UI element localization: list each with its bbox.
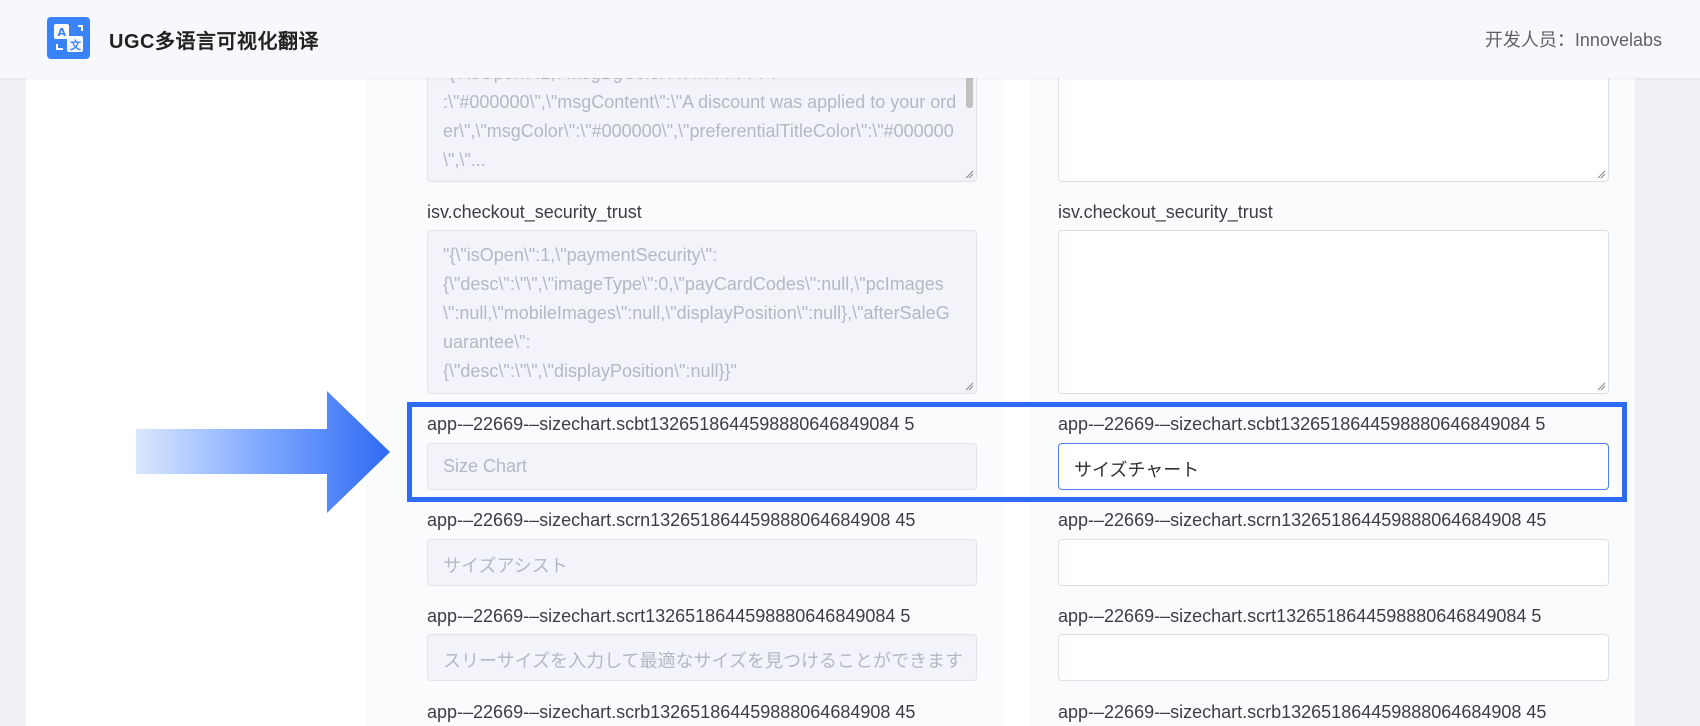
source-textarea-top-text: "{\"isOpen\":1,\"msgBgColor\":\"#FFFFFF\… — [443, 73, 957, 170]
svg-text:文: 文 — [70, 38, 82, 52]
resize-handle-icon[interactable] — [1596, 381, 1606, 391]
target-field-label: app-–22669-–sizechart.scrt13265186445988… — [1058, 606, 1542, 626]
source-textarea-top[interactable]: "{\"isOpen\":1,\"msgBgColor\":\"#FFFFFF\… — [427, 72, 977, 182]
app-title: UGC多语言可视化翻译 — [109, 31, 319, 53]
developer-credit: 开发人员：Innovelabs — [1484, 30, 1662, 50]
source-sizechart-scrn-input[interactable]: サイズアシスト — [427, 539, 977, 586]
source-sizechart-scrt-value: スリーサイズを入力して最適なサイズを見つけることができます — [443, 651, 964, 671]
target-sizechart-scrn-input[interactable] — [1058, 539, 1609, 586]
highlight-box — [407, 402, 1627, 502]
target-field-label: app-–22669-–sizechart.scrb13265186445988… — [1058, 702, 1547, 722]
source-security-trust-text: "{\"isOpen\":1,\"paymentSecurity\": {\"d… — [443, 245, 950, 381]
target-sizechart-scrt-input[interactable] — [1058, 634, 1609, 681]
target-field-label: app-–22669-–sizechart.scrn13265186445988… — [1058, 510, 1547, 530]
source-sizechart-scrn-value: サイズアシスト — [443, 556, 568, 576]
source-field-label: isv.checkout_security_trust — [427, 202, 642, 222]
source-security-trust-textarea[interactable]: "{\"isOpen\":1,\"paymentSecurity\": {\"d… — [427, 230, 977, 394]
source-field-label: app-–22669-–sizechart.scrn13265186445988… — [427, 510, 916, 530]
source-field-label: app-–22669-–sizechart.scrb13265186445988… — [427, 702, 916, 722]
translate-icon: A 文 — [47, 17, 90, 59]
resize-handle-icon[interactable] — [1596, 169, 1606, 179]
source-field-label: app-–22669-–sizechart.scrt13265186445988… — [427, 606, 911, 626]
source-sizechart-scrt-input[interactable]: スリーサイズを入力して最適なサイズを見つけることができます — [427, 634, 977, 681]
resize-handle-icon[interactable] — [964, 169, 974, 179]
pointer-arrow-icon — [136, 391, 390, 513]
target-security-trust-textarea[interactable] — [1058, 230, 1609, 394]
target-textarea-top[interactable] — [1058, 72, 1609, 182]
svg-text:A: A — [58, 26, 67, 39]
resize-handle-icon[interactable] — [964, 381, 974, 391]
app-header: A 文 UGC多语言可视化翻译 开发人员：Innovelabs — [0, 0, 1700, 78]
scrollbar-thumb[interactable] — [966, 75, 973, 108]
target-field-label: isv.checkout_security_trust — [1058, 202, 1273, 222]
